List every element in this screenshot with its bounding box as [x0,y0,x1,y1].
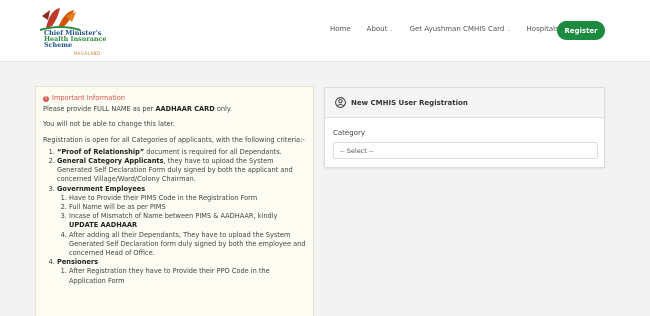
list-item: Have to Provide their PIMS Code in the R… [69,194,306,203]
chevron-down-icon: ⌄ [506,27,511,33]
list-item: Government Employees Have to Provide the… [57,185,306,259]
list-item: General Category Applicants, they have t… [57,157,306,185]
info-title: ! Important Information [43,94,125,102]
logo-text: Chief Minister's Health Insurance Scheme [44,29,107,50]
list-item: Full Name will be as per PIMS [69,203,306,212]
registration-card-header: New CMHIS User Registration [325,88,604,118]
category-select[interactable]: -- Select -- [333,142,598,159]
list-item: “Proof of Relationship” document is requ… [57,148,306,157]
nav-about[interactable]: About ⌄ [367,25,394,33]
logo-subtext: NAGALAND [74,51,101,56]
info-paragraph-criteria: Registration is open for all Categories … [43,135,305,144]
registration-card: New CMHIS User Registration Category -- … [324,87,605,168]
site-logo[interactable]: Chief Minister's Health Insurance Scheme… [36,4,107,56]
info-circle-icon: ! [43,95,49,102]
chevron-down-icon: ⌄ [389,27,394,33]
criteria-list: “Proof of Relationship” document is requ… [43,148,306,286]
site-header: Chief Minister's Health Insurance Scheme… [0,0,650,62]
category-label: Category [333,129,365,137]
sub-list: After Registration they have to Provide … [57,267,306,285]
main-nav: Home About ⌄ Get Ayushman CMHIS Card ⌄ Hos… [330,25,581,33]
list-item: Pensioners After Registration they have … [57,258,306,286]
info-paragraph-no-change: You will not be able to change this late… [43,120,175,129]
nav-home[interactable]: Home [330,25,351,33]
list-item: Incase of Mismatch of Name between PIMS … [69,212,306,230]
nav-get-card[interactable]: Get Ayushman CMHIS Card ⌄ [410,25,511,33]
important-info-panel: ! Important Information Please provide F… [35,86,314,316]
register-button[interactable]: Register [557,21,605,40]
list-item: After Registration they have to Provide … [69,267,306,285]
sub-list: Have to Provide their PIMS Code in the R… [57,194,306,258]
info-paragraph-aadhaar: Please provide FULL NAME as per AADHAAR … [43,105,232,114]
user-circle-icon [335,97,346,108]
list-item: After adding all their Dependants, They … [69,231,306,259]
registration-title: New CMHIS User Registration [351,98,468,107]
